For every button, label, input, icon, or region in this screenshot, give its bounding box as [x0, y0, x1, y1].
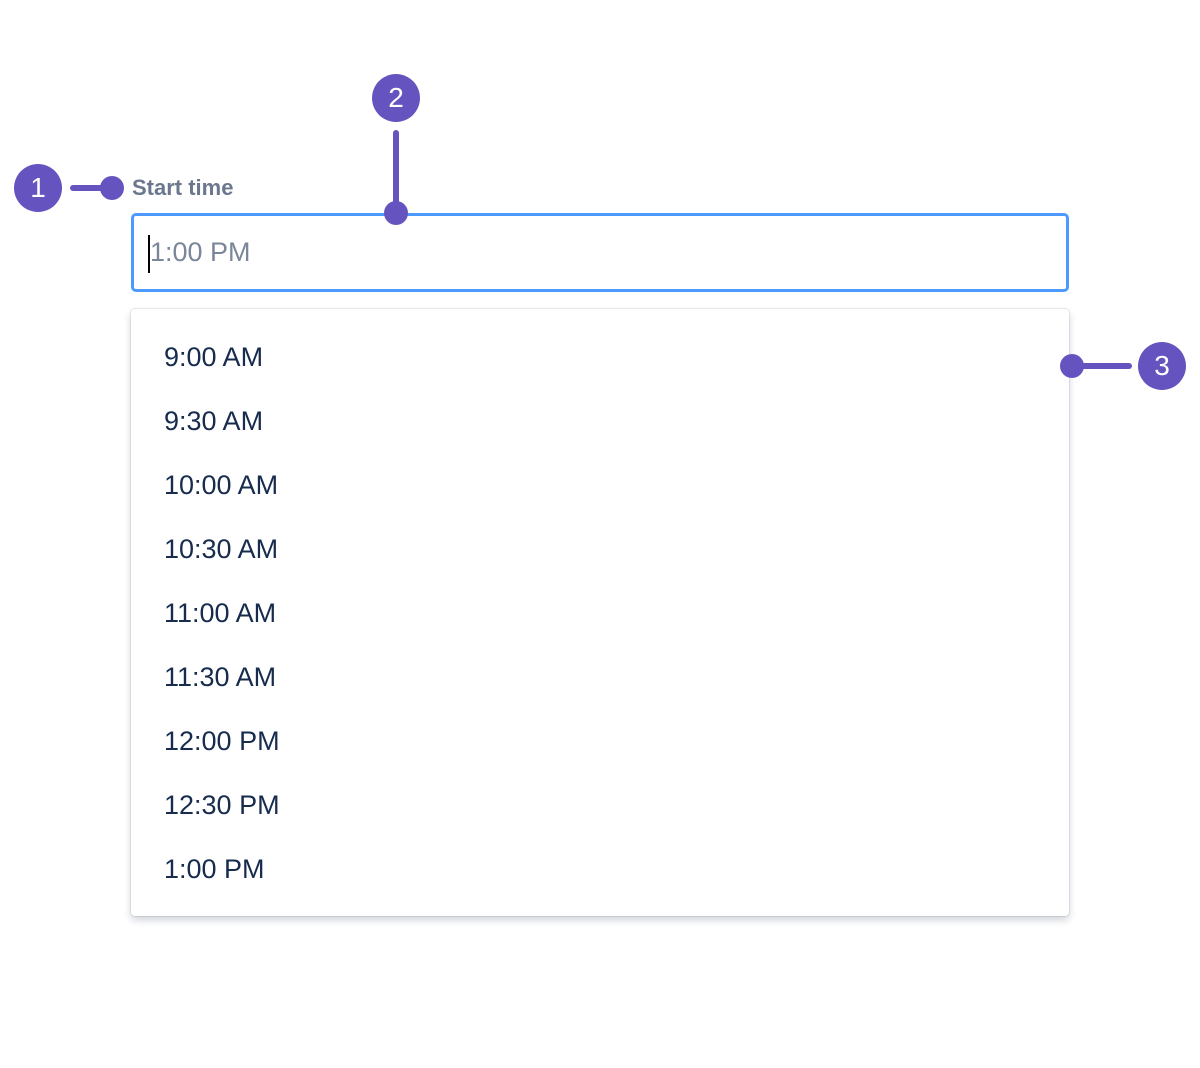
annotation-badge-2: 2: [372, 74, 420, 122]
input-placeholder: 1:00 PM: [150, 237, 251, 267]
time-option[interactable]: 10:00 AM: [131, 453, 1069, 517]
time-option[interactable]: 1:00 PM: [131, 837, 1069, 901]
time-option[interactable]: 11:00 AM: [131, 581, 1069, 645]
annotation-badge-3: 3: [1138, 342, 1186, 390]
time-option[interactable]: 11:30 AM: [131, 645, 1069, 709]
time-option[interactable]: 9:00 AM: [131, 325, 1069, 389]
annotation-dot-2: [384, 201, 408, 225]
annotation-badge-1: 1: [14, 164, 62, 212]
annotation-dot-3: [1060, 354, 1084, 378]
start-time-label: Start time: [132, 175, 234, 200]
time-option[interactable]: 12:30 PM: [131, 773, 1069, 837]
time-option[interactable]: 10:30 AM: [131, 517, 1069, 581]
time-option[interactable]: 9:30 AM: [131, 389, 1069, 453]
time-options-menu: 9:00 AM 9:30 AM 10:00 AM 10:30 AM 11:00 …: [131, 309, 1069, 916]
time-option[interactable]: 12:00 PM: [131, 709, 1069, 773]
start-time-input[interactable]: 1:00 PM: [131, 213, 1069, 292]
annotation-dot-1: [100, 176, 124, 200]
